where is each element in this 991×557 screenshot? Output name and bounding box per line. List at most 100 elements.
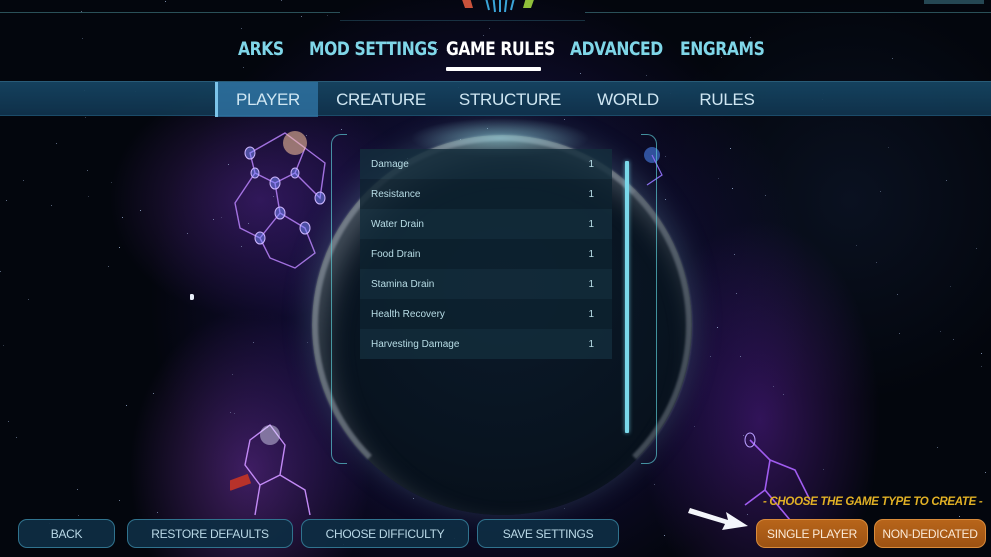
setting-row-stamina-drain[interactable]: Stamina Drain 1 xyxy=(360,269,612,299)
star xyxy=(899,333,900,334)
setting-row-health-recovery[interactable]: Health Recovery 1 xyxy=(360,299,612,329)
star xyxy=(23,180,24,181)
star xyxy=(710,356,711,357)
setting-label: Resistance xyxy=(371,188,421,200)
star xyxy=(140,210,141,211)
tab-arks[interactable]: ARKS xyxy=(238,38,284,60)
star xyxy=(718,178,719,179)
star xyxy=(232,374,233,375)
star xyxy=(230,412,231,413)
setting-row-resistance[interactable]: Resistance 1 xyxy=(360,179,612,209)
star xyxy=(665,199,666,200)
star xyxy=(783,394,784,395)
star xyxy=(119,500,120,501)
top-right-bar xyxy=(924,0,984,4)
star xyxy=(187,233,188,234)
choose-difficulty-button[interactable]: CHOOSE DIFFICULTY xyxy=(301,519,469,548)
setting-label: Water Drain xyxy=(371,218,424,230)
star xyxy=(953,339,954,340)
star xyxy=(281,0,282,1)
tab-engrams[interactable]: ENGRAMS xyxy=(680,38,765,60)
star xyxy=(3,345,4,346)
star xyxy=(87,170,88,171)
star xyxy=(0,271,1,272)
star xyxy=(888,147,889,148)
subtab-player[interactable]: PLAYER xyxy=(215,82,318,117)
star xyxy=(959,516,960,517)
star xyxy=(664,535,665,536)
active-tab-underline xyxy=(446,67,541,71)
setting-label: Health Recovery xyxy=(371,308,445,320)
star xyxy=(51,205,52,206)
star xyxy=(981,366,982,367)
star xyxy=(897,294,898,295)
star xyxy=(732,188,733,189)
tab-mod-settings[interactable]: MOD SETTINGS xyxy=(309,38,438,60)
star xyxy=(880,191,881,192)
star xyxy=(413,498,414,499)
star xyxy=(78,515,79,516)
star xyxy=(213,219,214,220)
panel-frame-right xyxy=(641,134,657,464)
star xyxy=(88,196,89,197)
star xyxy=(153,393,154,394)
setting-label: Harvesting Damage xyxy=(371,338,460,350)
star xyxy=(937,447,938,448)
mouse-cursor-icon xyxy=(190,294,194,300)
setting-label: Food Drain xyxy=(371,248,421,260)
star xyxy=(976,248,977,249)
ark-logo-icon xyxy=(455,0,545,16)
star xyxy=(730,148,731,149)
tab-game-rules[interactable]: GAME RULES xyxy=(446,38,555,60)
setting-value: 1 xyxy=(588,308,594,320)
star xyxy=(940,331,941,332)
tab-advanced[interactable]: ADVANCED xyxy=(570,38,663,60)
subtab-structure[interactable]: STRUCTURE xyxy=(455,82,565,117)
setting-label: Stamina Drain xyxy=(371,278,435,290)
star xyxy=(981,353,982,354)
setting-row-water-drain[interactable]: Water Drain 1 xyxy=(360,209,612,239)
setting-value: 1 xyxy=(588,248,594,260)
star xyxy=(765,195,766,196)
star xyxy=(823,469,824,470)
setting-row-damage[interactable]: Damage 1 xyxy=(360,149,612,179)
subtab-rules[interactable]: RULES xyxy=(690,82,764,117)
star xyxy=(734,254,735,255)
star xyxy=(646,75,647,76)
star xyxy=(241,28,242,29)
sub-tabs: PLAYER CREATURE STRUCTURE WORLD RULES xyxy=(0,81,991,117)
star xyxy=(126,405,127,406)
star xyxy=(16,437,17,438)
star xyxy=(301,16,302,17)
single-player-button[interactable]: SINGLE PLAYER xyxy=(756,519,868,548)
setting-row-food-drain[interactable]: Food Drain 1 xyxy=(360,239,612,269)
top-divider-center xyxy=(340,20,585,21)
star xyxy=(489,28,490,29)
player-settings-list: Damage 1 Resistance 1 Water Drain 1 Food… xyxy=(360,149,612,359)
restore-defaults-button[interactable]: RESTORE DEFAULTS xyxy=(127,519,293,548)
arrow-pointer-icon xyxy=(688,500,750,532)
setting-row-harvesting-damage[interactable]: Harvesting Damage 1 xyxy=(360,329,612,359)
star xyxy=(77,489,78,490)
star xyxy=(108,266,109,267)
non-dedicated-button[interactable]: NON-DEDICATED xyxy=(874,519,986,548)
star xyxy=(234,413,235,414)
star xyxy=(221,217,222,218)
setting-label: Damage xyxy=(371,158,409,170)
star xyxy=(85,117,86,118)
back-button[interactable]: BACK xyxy=(18,519,115,548)
star xyxy=(773,386,774,387)
star xyxy=(876,262,877,263)
star xyxy=(111,182,112,183)
star xyxy=(253,342,254,343)
settings-scrollbar[interactable] xyxy=(625,161,629,433)
subtab-creature[interactable]: CREATURE xyxy=(330,82,432,117)
top-divider-left xyxy=(0,12,340,13)
star xyxy=(122,217,123,218)
save-settings-button[interactable]: SAVE SETTINGS xyxy=(477,519,619,548)
star xyxy=(717,327,718,328)
star xyxy=(654,484,655,485)
star xyxy=(6,200,7,201)
subtab-world[interactable]: WORLD xyxy=(590,82,666,117)
star xyxy=(165,1,166,2)
